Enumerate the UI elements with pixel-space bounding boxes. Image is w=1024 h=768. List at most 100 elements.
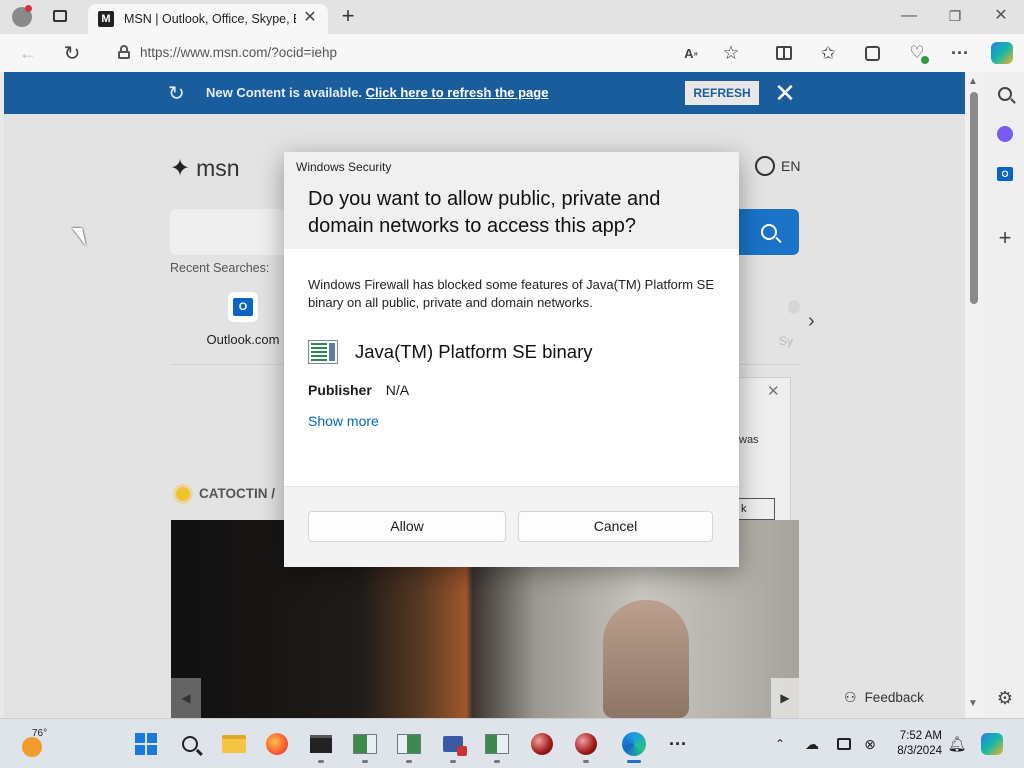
background-popup-button[interactable]: k — [739, 498, 775, 520]
tab-close-icon[interactable]: ✕ — [300, 8, 320, 28]
sidebar-add-icon[interactable]: + — [991, 224, 1019, 252]
firefox-icon[interactable] — [263, 730, 291, 758]
favorite-star-icon[interactable]: ☆ — [717, 39, 745, 67]
refresh-page-link[interactable]: Click here to refresh the page — [366, 85, 549, 100]
video-prev-icon[interactable]: ◀ — [171, 678, 201, 718]
carousel-next-icon[interactable]: › — [808, 310, 815, 333]
red-app-icon-1[interactable] — [528, 730, 556, 758]
reload-icon[interactable]: ↻ — [58, 39, 86, 67]
msn-favicon-icon: M — [98, 11, 114, 27]
search-button[interactable] — [739, 209, 799, 255]
outlook-quicklink[interactable]: O Outlook.com — [198, 292, 288, 347]
background-popup-close-icon[interactable]: ✕ — [767, 382, 780, 400]
feedback-label: Feedback — [864, 690, 924, 705]
tray-expand-icon[interactable]: ⌃ — [766, 730, 794, 758]
network-app-icon[interactable] — [439, 730, 467, 758]
show-more-link[interactable]: Show more — [308, 413, 379, 429]
publisher-row: Publisher N/A — [308, 382, 409, 398]
edge-sidebar: O + ⚙ — [986, 72, 1024, 718]
msn-logo[interactable]: ✦ msn — [170, 154, 240, 183]
allow-button[interactable]: Allow — [308, 511, 506, 542]
publisher-label: Publisher — [308, 382, 372, 398]
tray-icon-3[interactable]: ⊗ — [856, 730, 884, 758]
weather-widget[interactable]: 76° — [20, 728, 60, 759]
edge-browser-icon[interactable] — [620, 730, 648, 758]
video-next-icon[interactable]: ▶ — [771, 678, 799, 718]
msn-butterfly-icon: ✦ — [170, 155, 191, 182]
taskbar-overflow-icon[interactable]: ··· — [664, 730, 692, 758]
java-app-2-running-indicator — [406, 760, 412, 763]
edge-active-indicator — [627, 760, 641, 763]
copilot-taskbar-icon[interactable] — [978, 730, 1006, 758]
terminal-icon[interactable] — [307, 730, 335, 758]
scroll-up-icon[interactable]: ▲ — [968, 76, 978, 87]
sidebar-copilot-icon[interactable] — [991, 120, 1019, 148]
banner-message: New Content is available. — [206, 85, 363, 100]
feedback-icon: ⚇ — [844, 689, 857, 705]
scroll-thumb[interactable] — [970, 92, 978, 304]
tab-bar: M MSN | Outlook, Office, Skype, Bi ✕ + —… — [0, 0, 1024, 34]
taskbar: 76° ··· ⌃ ☁ ⊗ 7:52 AM 8/3/2024 🔔︎ — [0, 718, 1024, 768]
scroll-down-icon[interactable]: ▼ — [968, 698, 978, 709]
profile-icon[interactable] — [12, 5, 32, 27]
cancel-button[interactable]: Cancel — [518, 511, 713, 542]
tray-icon-1[interactable]: ☁ — [798, 730, 826, 758]
clock[interactable]: 7:52 AM 8/3/2024 — [886, 729, 942, 759]
weather-strip[interactable]: CATOCTIN / — [176, 486, 275, 501]
back-icon[interactable]: ← — [14, 39, 42, 67]
java-app-icon-1[interactable] — [351, 730, 379, 758]
restore-icon[interactable]: ❐ — [944, 6, 966, 28]
dialog-header: Windows Security Do you want to allow pu… — [284, 152, 739, 249]
terminal-running-indicator — [318, 760, 324, 763]
copilot-icon[interactable] — [988, 39, 1016, 67]
background-popup: ✕ was k — [739, 377, 791, 525]
java-app-icon-2[interactable] — [395, 730, 423, 758]
red-app-icon-2[interactable] — [572, 730, 600, 758]
app-name: Java(TM) Platform SE binary — [355, 341, 593, 362]
tray-icon-2[interactable] — [830, 730, 858, 758]
lock-icon[interactable] — [118, 45, 130, 59]
video-person — [603, 600, 689, 718]
app-window-icon — [308, 340, 338, 364]
file-explorer-icon[interactable] — [220, 730, 248, 758]
tab-title: MSN | Outlook, Office, Skype, Bi — [124, 12, 296, 26]
banner-close-icon[interactable]: ✕ — [772, 78, 798, 108]
collections-icon[interactable] — [858, 39, 886, 67]
weather-sun-icon — [22, 737, 42, 757]
start-windows-icon[interactable] — [132, 730, 160, 758]
new-content-banner: ↻ New Content is available. Click here t… — [4, 72, 965, 114]
notification-bell-icon[interactable]: 🔔︎ — [943, 730, 971, 758]
dialog-heading: Do you want to allow public, private and… — [308, 188, 661, 237]
partial-quicklink-icon[interactable] — [788, 300, 800, 314]
language-label: EN — [781, 158, 801, 174]
app-row: Java(TM) Platform SE binary — [308, 340, 592, 364]
refresh-button[interactable]: REFRESH — [685, 81, 759, 105]
browser-essentials-icon[interactable]: ♡ — [903, 39, 931, 67]
sidebar-settings-icon[interactable]: ⚙ — [991, 684, 1019, 712]
recent-searches-label: Recent Searches: — [170, 261, 270, 275]
more-options-icon[interactable]: ··· — [946, 39, 974, 67]
clock-date: 8/3/2024 — [897, 745, 942, 757]
taskbar-search-icon[interactable] — [176, 730, 204, 758]
new-tab-icon[interactable]: + — [337, 5, 359, 28]
address-bar[interactable]: https://www.msn.com/?ocid=iehp — [140, 39, 680, 67]
split-screen-icon[interactable] — [770, 39, 798, 67]
page-scrollbar[interactable]: ▲ ▼ — [965, 72, 985, 718]
sidebar-outlook-icon[interactable]: O — [991, 160, 1019, 188]
outlook-icon: O — [228, 292, 258, 322]
window-close-icon[interactable]: ✕ — [990, 6, 1012, 28]
windows-security-dialog: Windows Security Do you want to allow pu… — [284, 152, 739, 567]
background-popup-text: was — [739, 434, 759, 446]
java-app-icon-3[interactable] — [483, 730, 511, 758]
search-input[interactable] — [170, 209, 290, 255]
minimize-icon[interactable]: — — [898, 6, 920, 28]
partial-quicklink-label: Sy — [779, 334, 794, 348]
sidebar-search-icon[interactable] — [991, 80, 1019, 108]
tab-actions-icon[interactable] — [49, 6, 71, 28]
tab-msn[interactable]: M MSN | Outlook, Office, Skype, Bi ✕ — [88, 4, 328, 34]
feedback-button[interactable]: ⚇ Feedback — [844, 689, 924, 706]
read-aloud-icon[interactable]: A» — [677, 39, 705, 67]
language-selector[interactable]: EN — [755, 156, 800, 176]
weather-temp: 76° — [32, 728, 48, 739]
favorites-icon[interactable]: ✩ — [814, 39, 842, 67]
